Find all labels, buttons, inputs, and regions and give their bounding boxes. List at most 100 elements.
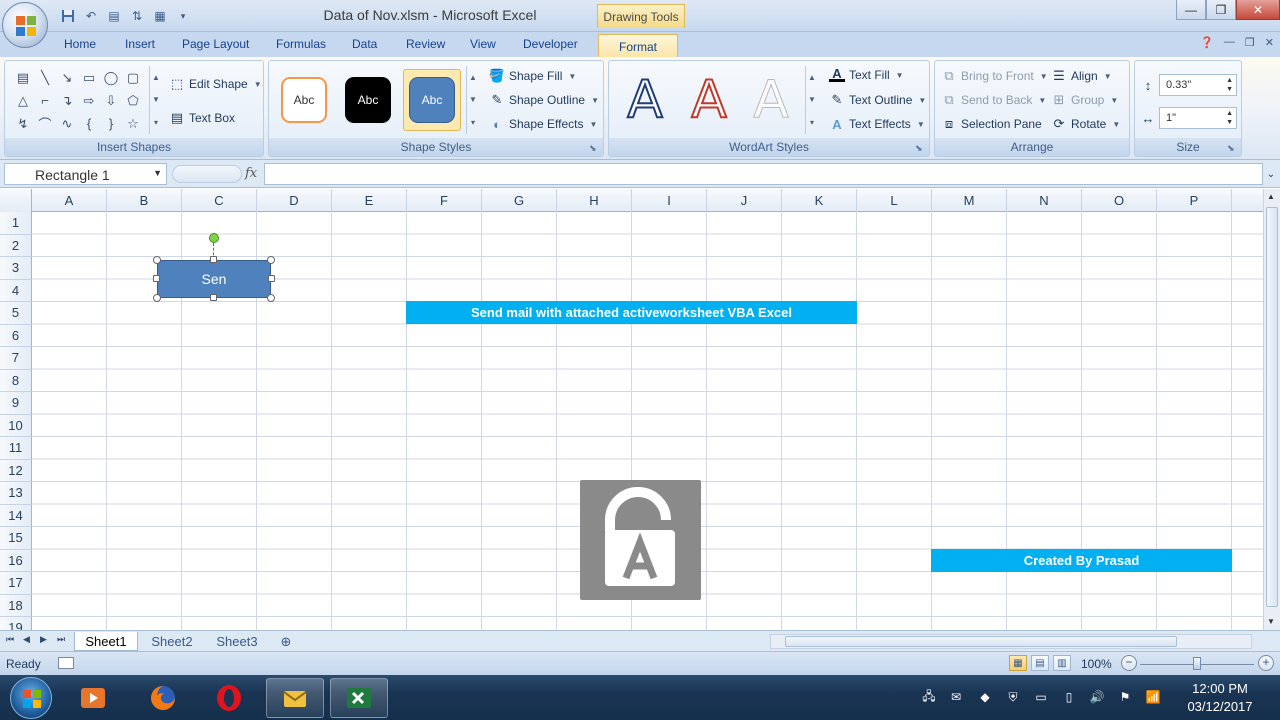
formula-input[interactable] [264,163,1263,185]
row-header-10[interactable]: 10 [0,414,32,437]
row-header-3[interactable]: 3 [0,257,32,280]
rotation-handle[interactable] [209,233,219,243]
send-to-back-button[interactable]: ⧉ Send to Back ▼ [941,92,1046,108]
text-fill-button[interactable]: A Text Fill ▼ [829,66,904,82]
text-box-button[interactable]: ▤ Text Box [169,110,235,126]
scroll-down-icon[interactable]: ▼ [808,95,816,104]
elbow-arrow-shape-icon[interactable]: ↴ [56,89,78,112]
doc-close-icon[interactable]: ✕ [1265,36,1274,49]
sort-icon[interactable]: ⇅ [127,7,147,25]
row-header-4[interactable]: 4 [0,279,32,302]
curve-shape-icon[interactable]: ∿ [56,112,78,135]
select-all-corner[interactable] [0,189,32,212]
page-layout-view-icon[interactable]: ▤ [1031,655,1049,671]
row-header-12[interactable]: 12 [0,459,32,482]
tab-data[interactable]: Data [352,37,377,57]
close-icon[interactable]: ✕ [1236,0,1280,20]
normal-view-icon[interactable]: ▦ [1009,655,1027,671]
taskbar-media-player[interactable] [64,678,122,718]
shape-width-input[interactable]: 1" ▲ ▼ [1159,107,1237,129]
tab-developer[interactable]: Developer [523,37,578,57]
undo-icon[interactable]: ↶ [81,7,101,25]
column-header-l[interactable]: L [857,189,932,212]
row-header-6[interactable]: 6 [0,324,32,347]
dialog-launcher-icon[interactable]: ⬊ [1227,143,1237,153]
zoom-level[interactable]: 100% [1081,657,1112,671]
office-button[interactable] [2,2,48,48]
zoom-in-icon[interactable]: + [1258,655,1274,671]
vertical-scrollbar[interactable]: ▲ ▼ [1263,189,1280,630]
horizontal-scroll-thumb[interactable] [785,636,1177,647]
wifi-tray-icon[interactable]: 📶 [1144,688,1162,706]
tab-page-layout[interactable]: Page Layout [182,37,249,57]
tab-format[interactable]: Format [598,34,679,58]
scroll-up-icon[interactable]: ▲ [469,73,477,82]
row-header-17[interactable]: 17 [0,572,32,595]
selected-rectangle-shape[interactable]: Sen [157,260,271,298]
start-button[interactable] [10,677,52,719]
arrow-line-shape-icon[interactable]: ↘ [56,66,78,89]
spinner-arrows-icon[interactable]: ▲ ▼ [1226,109,1233,127]
print-preview-icon[interactable]: ▤ [104,7,124,25]
shapes-gallery-scroll[interactable]: ▲ ▼ ▾ [149,66,162,134]
resize-handle-sw[interactable] [153,294,161,302]
resize-handle-e[interactable] [268,275,275,282]
row-header-14[interactable]: 14 [0,504,32,527]
selection-pane-button[interactable]: ⧈ Selection Pane [941,116,1042,132]
vertical-scroll-thumb[interactable] [1266,207,1278,607]
shape-style-swatch-2[interactable]: Abc [341,69,395,131]
shape-fill-button[interactable]: 🪣 Shape Fill ▼ [489,68,576,84]
save-icon[interactable] [58,7,78,25]
scroll-down-icon[interactable]: ▼ [469,95,477,104]
doc-restore-icon[interactable]: ❐ [1245,36,1255,49]
taskbar-excel[interactable] [330,678,388,718]
align-button[interactable]: ☰ Align ▼ [1051,68,1111,84]
restore-icon[interactable]: ❐ [1206,0,1236,20]
expand-formula-bar-icon[interactable]: ⌄ [1264,164,1278,184]
shape-outline-button[interactable]: ✎ Shape Outline ▼ [489,92,599,108]
scroll-up-icon[interactable]: ▲ [808,73,816,82]
last-sheet-icon[interactable]: ⏭ [57,634,65,645]
rotate-button[interactable]: ⟳ Rotate ▼ [1051,116,1121,132]
taskbar-opera[interactable] [200,678,258,718]
row-header-5[interactable]: 5 [0,302,32,325]
text-outline-button[interactable]: ✎ Text Outline ▼ [829,92,927,108]
column-header-n[interactable]: N [1007,189,1082,212]
row-header-13[interactable]: 13 [0,482,32,505]
first-sheet-icon[interactable]: ⏮ [6,634,14,645]
wordart-style-1[interactable]: A [615,69,675,131]
rectangle-shape-icon[interactable]: ▭ [78,66,100,89]
doc-minimize-icon[interactable]: — [1224,36,1235,49]
outlook-tray-icon[interactable]: ✉ [947,688,965,706]
taskbar-clock[interactable]: 12:00 PM 03/12/2017 [1170,680,1270,716]
column-header-p[interactable]: P [1157,189,1232,212]
insert-sheet-icon[interactable]: ⊕ [274,632,298,651]
row-header-18[interactable]: 18 [0,594,32,617]
column-header-o[interactable]: O [1082,189,1157,212]
help-icon[interactable]: ❓ [1200,36,1214,49]
row-header-11[interactable]: 11 [0,437,32,460]
scroll-up-icon[interactable]: ▲ [152,73,160,82]
wordart-gallery-scroll[interactable]: ▲ ▼ ▾ [805,66,818,134]
tab-insert[interactable]: Insert [125,37,155,57]
sheet-tab-sheet3[interactable]: Sheet3 [208,632,266,651]
freeform-shape-icon[interactable]: ↯ [12,112,34,135]
star-shape-icon[interactable]: ☆ [122,112,144,135]
sheet-tab-sheet2[interactable]: Sheet2 [142,632,202,651]
row-header-8[interactable]: 8 [0,369,32,392]
right-arrow-shape-icon[interactable]: ⇨ [78,89,100,112]
shape-style-swatch-1[interactable]: Abc [277,69,331,131]
tab-review[interactable]: Review [406,37,445,57]
resize-handle-w[interactable] [153,275,160,282]
row-header-2[interactable]: 2 [0,234,32,257]
shape-effects-button[interactable]: ◐ Shape Effects ▼ [489,116,597,132]
dialog-launcher-icon[interactable]: ⬊ [915,143,925,153]
textbox-shape-icon[interactable]: ▤ [12,66,34,89]
page-break-view-icon[interactable]: ▥ [1053,655,1071,671]
horizontal-scrollbar[interactable] [770,634,1252,649]
rectangle-text[interactable]: Sen [202,271,227,287]
scroll-down-icon[interactable]: ▼ [152,95,160,104]
scroll-up-icon[interactable]: ▲ [1267,192,1275,201]
down-arrow-shape-icon[interactable]: ⇩ [100,89,122,112]
display-tray-icon[interactable]: ▭ [1032,688,1050,706]
